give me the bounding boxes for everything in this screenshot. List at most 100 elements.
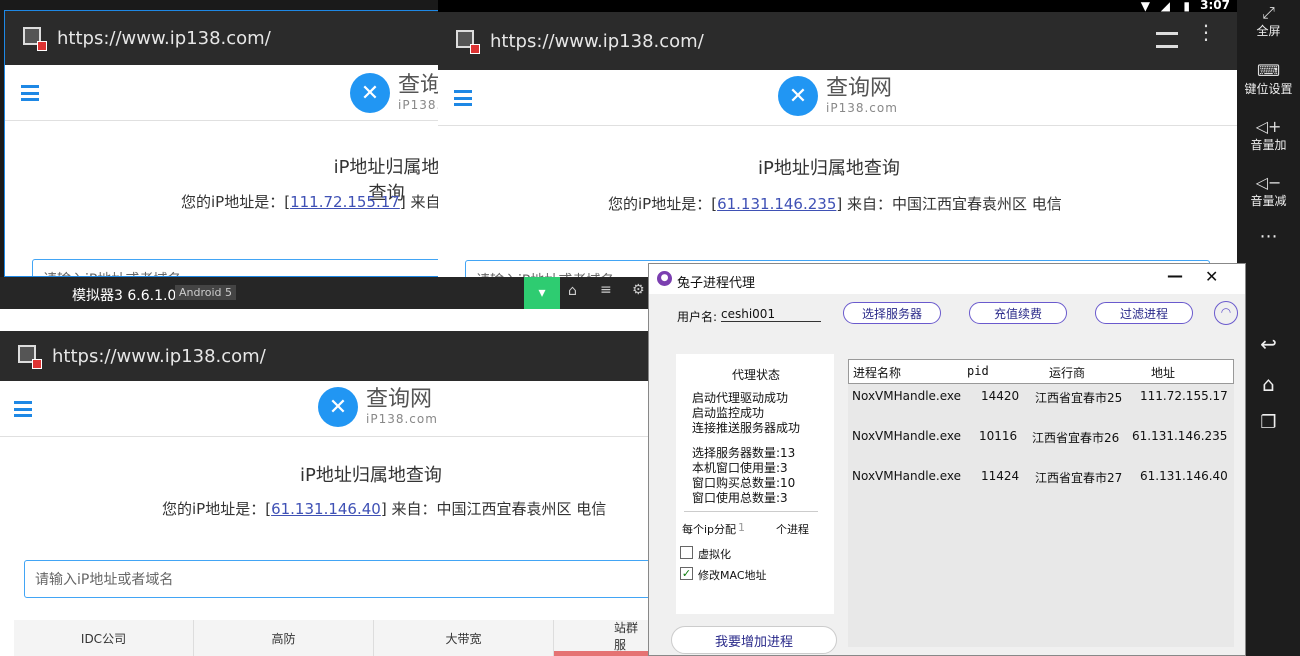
- site-logo[interactable]: ✕ 查询网iP138.com: [318, 387, 438, 427]
- menu-icon[interactable]: [454, 90, 472, 106]
- more-menu-icon[interactable]: ⋮: [1196, 22, 1216, 42]
- tab-anti-ddos[interactable]: 高防: [194, 620, 374, 656]
- url-text[interactable]: https://www.ip138.com/: [57, 28, 271, 49]
- virtualize-checkbox[interactable]: [680, 546, 693, 559]
- page-header: ✕ 查询网iP138.com: [0, 381, 650, 437]
- more-button[interactable]: ⋯: [1237, 226, 1300, 247]
- ip-link[interactable]: 61.131.146.235: [717, 195, 836, 213]
- process-table: 进程名称 pid 运行商 地址 NoxVMHandle.exe 14420 江西…: [848, 359, 1234, 647]
- table-row[interactable]: NoxVMHandle.exe 10116 江西省宜春市26 61.131.14…: [848, 429, 1234, 449]
- divider: [684, 511, 818, 512]
- clock: 3:07: [1200, 0, 1230, 12]
- fullscreen-label: 全屏: [1256, 24, 1281, 38]
- per-ip-input[interactable]: 1: [734, 521, 764, 534]
- status-line: 连接推送服务器成功: [692, 421, 801, 435]
- tab-site-cluster[interactable]: 站群服: [554, 620, 650, 656]
- ip-line: 您的iP地址是：[61.131.146.235] 来自：中国江西宜春袁州区 电信: [608, 193, 1062, 214]
- ip-link[interactable]: 111.72.155.17: [290, 193, 400, 211]
- proxy-status-panel: 代理状态 启动代理驱动成功 启动监控成功 连接推送服务器成功 选择服务器数量:1…: [676, 354, 834, 614]
- status-title: 代理状态: [732, 368, 781, 382]
- keymap-label: 键位设置: [1244, 82, 1293, 96]
- home-icon[interactable]: ⌂: [1237, 372, 1300, 396]
- emulator-window-3: https://www.ip138.com/ ✕ 查询网 iP138.com iP…: [0, 309, 650, 656]
- recharge-button[interactable]: 充值续费: [969, 302, 1067, 324]
- url-bar[interactable]: https://www.ip138.com/: [0, 331, 650, 381]
- logo-subtitle: iP138.com: [366, 412, 438, 426]
- site-logo[interactable]: ✕ 查询网iP138.com: [778, 76, 898, 116]
- minimize-button[interactable]: —: [1167, 266, 1183, 285]
- android-version-badge: Android 5: [175, 285, 237, 300]
- ip-link[interactable]: 61.131.146.40: [271, 500, 381, 518]
- download-icon[interactable]: ▾: [524, 277, 560, 309]
- emulator-window-1: https://www.ip138.com/ ✕ 查询网iP138.com iP…: [4, 10, 444, 277]
- ip-suffix: ] 来自：中国江西宜春袁州区 电信: [380, 500, 607, 518]
- search-placeholder: 请输入iP地址或者域名: [43, 269, 181, 276]
- proxy-dialog: ● 兔子进程代理 — ✕ 用户名: ceshi001 选择服务器 充值续费 过滤…: [648, 263, 1246, 656]
- search-input[interactable]: 请输入iP地址或者域名: [24, 560, 650, 598]
- filter-process-button[interactable]: 过滤进程: [1095, 302, 1193, 324]
- logo-title: 查询网: [366, 387, 433, 412]
- tab-bandwidth[interactable]: 大带宽: [374, 620, 554, 656]
- add-process-button[interactable]: 我要增加进程: [671, 626, 837, 654]
- ip-line: 您的iP地址是：[111.72.155.17] 来自: [181, 191, 440, 212]
- back-icon[interactable]: ↩: [1237, 332, 1300, 356]
- ip-line: 您的iP地址是：[61.131.146.40] 来自：中国江西宜春袁州区 电信: [162, 498, 606, 519]
- ip-prefix: 您的iP地址是：[: [162, 500, 272, 518]
- url-bar[interactable]: https://www.ip138.com/ ⋮: [438, 12, 1238, 70]
- recents-icon[interactable]: ❐: [1237, 412, 1300, 433]
- proxy-titlebar[interactable]: ● 兔子进程代理 — ✕: [649, 264, 1245, 294]
- volume-down-button[interactable]: ◁− 音量减: [1237, 174, 1300, 209]
- emulator-3-titlebar[interactable]: 模拟器3 6.6.1.0 Android 5 ▾ ⌂ ≡ ⚙: [0, 277, 650, 309]
- site-logo[interactable]: ✕ 查询网iP138.com: [350, 73, 443, 113]
- tab-idc[interactable]: IDC公司: [14, 620, 194, 656]
- close-button[interactable]: ✕: [1205, 267, 1218, 286]
- hamburger-icon[interactable]: ≡: [600, 282, 612, 298]
- cell-name: NoxVMHandle.exe: [852, 389, 962, 403]
- keymap-button[interactable]: ⌨ 键位设置: [1237, 62, 1300, 97]
- cell-pid: 10116: [979, 429, 1018, 443]
- cell-address: 111.72.155.17: [1140, 389, 1228, 403]
- col-pid[interactable]: pid: [967, 364, 989, 378]
- menu-icon[interactable]: [14, 401, 32, 417]
- cell-pid: 14420: [981, 389, 1020, 403]
- cell-name: NoxVMHandle.exe: [852, 429, 962, 443]
- ip-suffix: ] 来自: [399, 193, 441, 211]
- fullscreen-button[interactable]: ⤢ 全屏: [1237, 4, 1300, 39]
- volume-up-button[interactable]: ◁+ 音量加: [1237, 118, 1300, 153]
- search-placeholder: 请输入iP地址或者域名: [35, 572, 174, 588]
- gear-icon[interactable]: ⚙: [632, 282, 645, 298]
- wrench-icon: ✕: [350, 73, 390, 113]
- username-field[interactable]: ceshi001: [721, 307, 821, 322]
- col-process-name[interactable]: 进程名称: [853, 364, 901, 381]
- col-address[interactable]: 地址: [1151, 364, 1175, 381]
- url-top-strip: [0, 309, 650, 331]
- site-icon: [23, 27, 47, 51]
- emulator-3-title: 模拟器3 6.6.1.0: [72, 288, 177, 304]
- support-headset-icon[interactable]: ◠: [1214, 301, 1238, 325]
- search-input[interactable]: 请输入iP地址或者域名: [32, 259, 443, 276]
- shirt-icon[interactable]: ⌂: [568, 283, 577, 299]
- per-ip-unit: 个进程: [776, 523, 809, 536]
- tabs-icon[interactable]: [1156, 32, 1178, 48]
- menu-icon[interactable]: [21, 85, 39, 101]
- cell-pid: 11424: [981, 469, 1020, 483]
- url-text[interactable]: https://www.ip138.com/: [490, 31, 704, 52]
- volume-up-icon: ◁+: [1255, 117, 1282, 136]
- keyboard-icon: ⌨: [1256, 61, 1281, 80]
- ip-prefix: 您的iP地址是：[: [181, 193, 291, 211]
- table-row[interactable]: NoxVMHandle.exe 14420 江西省宜春市25 111.72.15…: [848, 389, 1234, 409]
- volume-down-label: 音量减: [1250, 194, 1287, 208]
- url-bar[interactable]: https://www.ip138.com/: [5, 11, 443, 65]
- url-text[interactable]: https://www.ip138.com/: [52, 346, 266, 367]
- cell-isp: 江西省宜春市26: [1032, 431, 1120, 445]
- table-row[interactable]: NoxVMHandle.exe 11424 江西省宜春市27 61.131.14…: [848, 469, 1234, 489]
- mac-checkbox[interactable]: ✓: [680, 567, 693, 580]
- emulator-sidebar: ⤢ 全屏 ⌨ 键位设置 ◁+ 音量加 ◁− 音量减 ⋯ ↩ ⌂ ❐: [1237, 0, 1300, 656]
- site-icon: [18, 345, 42, 369]
- mac-label: 修改MAC地址: [698, 569, 767, 582]
- select-server-button[interactable]: 选择服务器: [843, 302, 941, 324]
- col-isp[interactable]: 运行商: [1049, 364, 1085, 381]
- ip-suffix: ] 来自：中国江西宜春袁州区 电信: [836, 195, 1062, 213]
- fullscreen-icon: ⤢: [1262, 3, 1275, 22]
- page-heading: iP地址归属地查询: [300, 465, 442, 486]
